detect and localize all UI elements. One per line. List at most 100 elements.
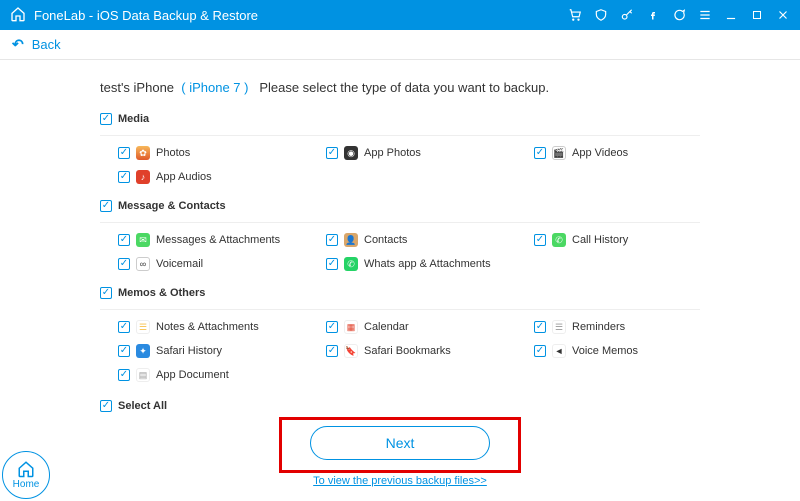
checkbox-icon: ✓: [118, 321, 130, 333]
select-all-label: Select All: [118, 400, 167, 412]
home-corner-icon: [17, 460, 35, 478]
checkbox-icon: ✓: [534, 321, 546, 333]
checkbox-icon: ✓: [534, 147, 546, 159]
section-media: ✓ Media ✓✿Photos ✓◉App Photos ✓🎬App Vide…: [100, 113, 700, 184]
item-notes[interactable]: ✓ ☰ Notes & Attachments: [118, 320, 318, 334]
app-photos-icon: ◉: [344, 146, 358, 160]
checkbox-memos[interactable]: ✓: [100, 287, 112, 299]
item-label: Photos: [156, 147, 190, 159]
checkbox-icon: ✓: [118, 147, 130, 159]
item-label: Calendar: [364, 321, 409, 333]
device-name: test's iPhone: [100, 80, 174, 95]
call-history-icon: ✆: [552, 233, 566, 247]
whatsapp-icon: ✆: [344, 257, 358, 271]
title-bar: FoneLab - iOS Data Backup & Restore: [0, 0, 800, 30]
item-label: Contacts: [364, 234, 407, 246]
messages-icon: ✉: [136, 233, 150, 247]
item-label: Whats app & Attachments: [364, 258, 491, 270]
item-messages[interactable]: ✓ ✉ Messages & Attachments: [118, 233, 318, 247]
prev-link-label: To view the previous backup files>>: [313, 475, 487, 487]
page-heading: test's iPhone ( iPhone 7 ) Please select…: [100, 80, 700, 95]
item-app-photos[interactable]: ✓◉App Photos: [326, 146, 526, 160]
voicemail-icon: ∞: [136, 257, 150, 271]
item-label: Voice Memos: [572, 345, 638, 357]
voice-memos-icon: ◄: [552, 344, 566, 358]
titlebar-left: FoneLab - iOS Data Backup & Restore: [10, 6, 258, 25]
back-label: Back: [32, 37, 61, 52]
item-label: App Document: [156, 369, 229, 381]
divider: [100, 309, 700, 310]
item-app-videos[interactable]: ✓ 🎬 App Videos: [534, 146, 714, 160]
item-calendar[interactable]: ✓▦Calendar: [326, 320, 526, 334]
checkbox-icon: ✓: [326, 258, 338, 270]
item-photos[interactable]: ✓ ✿ Photos: [118, 146, 318, 160]
item-reminders[interactable]: ✓ ☰ Reminders: [534, 320, 714, 334]
item-label: Reminders: [572, 321, 625, 333]
next-button-label: Next: [386, 435, 415, 451]
item-label: Safari Bookmarks: [364, 345, 451, 357]
app-videos-icon: 🎬: [552, 146, 566, 160]
back-arrow-icon: ↶: [12, 36, 24, 53]
facebook-icon[interactable]: [646, 8, 660, 22]
item-label: App Audios: [156, 171, 212, 183]
home-corner-label: Home: [13, 479, 40, 490]
reminders-icon: ☰: [552, 320, 566, 334]
item-contacts[interactable]: ✓ 👤 Contacts: [326, 233, 526, 247]
checkbox-icon: ✓: [118, 258, 130, 270]
checkbox-icon: ✓: [118, 369, 130, 381]
photos-icon: ✿: [136, 146, 150, 160]
checkbox-icon: ✓: [326, 234, 338, 246]
item-safari-bookmarks[interactable]: ✓ 🔖 Safari Bookmarks: [326, 344, 526, 358]
close-icon[interactable]: [776, 8, 790, 22]
item-voice-memos[interactable]: ✓ ◄ Voice Memos: [534, 344, 714, 358]
minimize-icon[interactable]: [724, 8, 738, 22]
checkbox-select-all: ✓: [100, 400, 112, 412]
item-app-document[interactable]: ✓ ▤ App Document: [118, 368, 318, 382]
checkbox-icon: ✓: [326, 345, 338, 357]
section-memos-title: Memos & Others: [118, 287, 205, 299]
home-corner-button[interactable]: Home: [2, 451, 50, 499]
next-button[interactable]: Next: [310, 426, 490, 460]
divider: [100, 135, 700, 136]
checkbox-icon: ✓: [326, 321, 338, 333]
item-safari-history[interactable]: ✓✦Safari History: [118, 344, 318, 358]
select-all-row[interactable]: ✓ Select All: [100, 400, 700, 412]
item-whatsapp[interactable]: ✓ ✆ Whats app & Attachments: [326, 257, 526, 271]
divider: [100, 222, 700, 223]
contacts-icon: 👤: [344, 233, 358, 247]
titlebar-right: [568, 8, 790, 22]
item-label: Call History: [572, 234, 628, 246]
item-app-audios[interactable]: ✓♪App Audios: [118, 170, 318, 184]
device-model: ( iPhone 7 ): [181, 80, 248, 95]
shield-icon[interactable]: [594, 8, 608, 22]
instruction-text: Please select the type of data you want …: [259, 80, 549, 95]
chat-icon[interactable]: [672, 8, 686, 22]
checkbox-media[interactable]: ✓: [100, 113, 112, 125]
previous-backup-link[interactable]: To view the previous backup files>>: [0, 475, 800, 487]
item-label: Notes & Attachments: [156, 321, 259, 333]
footer: Next To view the previous backup files>>: [0, 417, 800, 487]
checkbox-icon: ✓: [118, 234, 130, 246]
bookmark-icon: 🔖: [344, 344, 358, 358]
cart-icon[interactable]: [568, 8, 582, 22]
checkbox-contacts[interactable]: ✓: [100, 200, 112, 212]
menu-icon[interactable]: [698, 8, 712, 22]
item-label: App Videos: [572, 147, 628, 159]
key-icon[interactable]: [620, 8, 634, 22]
notes-icon: ☰: [136, 320, 150, 334]
item-label: Messages & Attachments: [156, 234, 280, 246]
item-call-history[interactable]: ✓ ✆ Call History: [534, 233, 714, 247]
maximize-icon[interactable]: [750, 8, 764, 22]
checkbox-icon: ✓: [118, 345, 130, 357]
checkbox-icon: ✓: [326, 147, 338, 159]
section-contacts: ✓ Message & Contacts ✓ ✉ Messages & Attach…: [100, 200, 700, 271]
item-voicemail[interactable]: ✓∞Voicemail: [118, 257, 318, 271]
section-contacts-title: Message & Contacts: [118, 200, 226, 212]
checkbox-icon: ✓: [534, 234, 546, 246]
checkbox-icon: ✓: [534, 345, 546, 357]
home-icon: [10, 6, 26, 25]
section-media-title: Media: [118, 113, 149, 125]
back-bar[interactable]: ↶ Back: [0, 30, 800, 60]
document-icon: ▤: [136, 368, 150, 382]
main-content: test's iPhone ( iPhone 7 ) Please select…: [0, 60, 800, 412]
